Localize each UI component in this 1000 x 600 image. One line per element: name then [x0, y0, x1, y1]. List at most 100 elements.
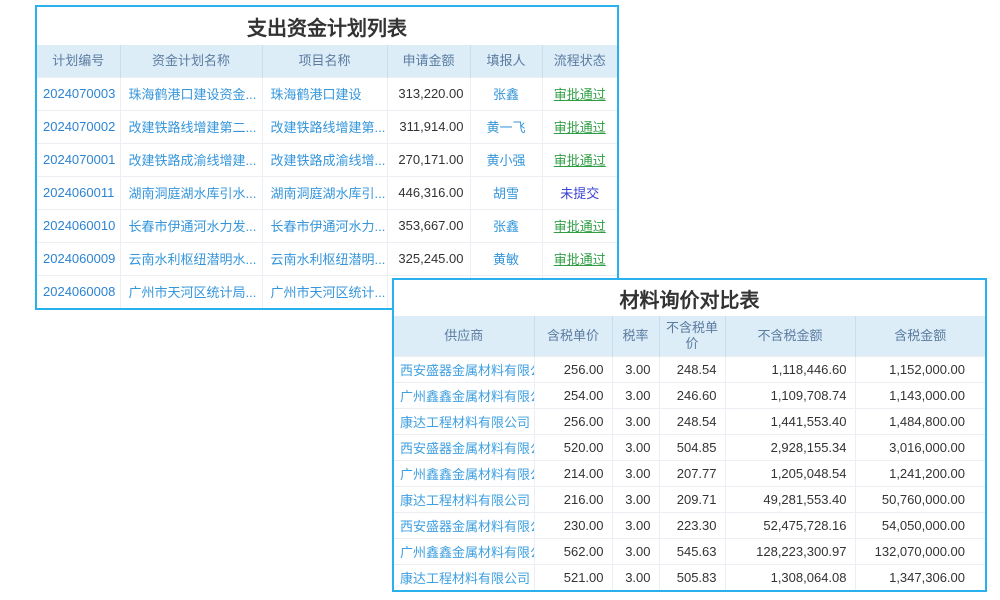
tax-unit-price-value: 256.00 — [534, 356, 612, 382]
plan-table-row: 2024060009云南水利枢纽潜明水...云南水利枢纽潜明...325,245… — [37, 242, 617, 275]
tax-unit-price-value: 230.00 — [534, 512, 612, 538]
apply-amount-value: 446,316.00 — [387, 176, 470, 209]
flow-status-link[interactable]: 审批通过 — [542, 77, 617, 110]
supplier-link[interactable]: 康达工程材料有限公司 — [394, 408, 534, 434]
project-name-link[interactable]: 广州市天河区统计... — [262, 275, 387, 308]
material-quote-table: 供应商 含税单价 税率 不含税单价 不含税金额 含税金额 西安盛器金属材料有限公… — [394, 316, 985, 590]
supplier-link[interactable]: 西安盛器金属材料有限公司 — [394, 434, 534, 460]
supplier-link[interactable]: 康达工程材料有限公司 — [394, 486, 534, 512]
reporter-link[interactable]: 张鑫 — [470, 77, 542, 110]
col-header-plan-no: 计划编号 — [37, 45, 120, 77]
reporter-link[interactable]: 黄敏 — [470, 242, 542, 275]
plan-no-link[interactable]: 2024070002 — [37, 110, 120, 143]
project-name-link[interactable]: 云南水利枢纽潜明... — [262, 242, 387, 275]
supplier-link[interactable]: 西安盛器金属材料有限公司 — [394, 512, 534, 538]
tax-amount-value: 1,241,200.00 — [855, 460, 985, 486]
net-unit-price-value: 207.77 — [659, 460, 725, 486]
col-header-supplier: 供应商 — [394, 316, 534, 356]
project-name-link[interactable]: 湖南洞庭湖水库引... — [262, 176, 387, 209]
net-unit-price-value: 248.54 — [659, 356, 725, 382]
supplier-link[interactable]: 广州鑫鑫金属材料有限公司 — [394, 460, 534, 486]
col-header-project-name: 项目名称 — [262, 45, 387, 77]
supplier-link[interactable]: 广州鑫鑫金属材料有限公司 — [394, 382, 534, 408]
fund-plan-name-link[interactable]: 改建铁路成渝线增建... — [120, 143, 262, 176]
project-name-link[interactable]: 改建铁路线增建第... — [262, 110, 387, 143]
col-header-apply-amount: 申请金额 — [387, 45, 470, 77]
net-unit-price-value: 246.60 — [659, 382, 725, 408]
plan-no-link[interactable]: 2024060008 — [37, 275, 120, 308]
project-name-link[interactable]: 珠海鹤港口建设 — [262, 77, 387, 110]
tax-unit-price-value: 521.00 — [534, 564, 612, 590]
tax-rate-value: 3.00 — [612, 382, 659, 408]
net-amount-value: 128,223,300.97 — [725, 538, 855, 564]
reporter-link[interactable]: 张鑫 — [470, 209, 542, 242]
fund-plan-name-link[interactable]: 云南水利枢纽潜明水... — [120, 242, 262, 275]
apply-amount-value: 270,171.00 — [387, 143, 470, 176]
quote-table-header-row: 供应商 含税单价 税率 不含税单价 不含税金额 含税金额 — [394, 316, 985, 356]
plan-no-link[interactable]: 2024070003 — [37, 77, 120, 110]
flow-status-link[interactable]: 审批通过 — [542, 143, 617, 176]
flow-status-link[interactable]: 审批通过 — [542, 242, 617, 275]
plan-table-header-row: 计划编号 资金计划名称 项目名称 申请金额 填报人 流程状态 — [37, 45, 617, 77]
plan-no-link[interactable]: 2024060011 — [37, 176, 120, 209]
tax-unit-price-value: 256.00 — [534, 408, 612, 434]
net-unit-price-value: 504.85 — [659, 434, 725, 460]
material-quote-panel: 材料询价对比表 供应商 含税单价 税率 不含税单价 不含税金额 含税金额 西安盛… — [392, 278, 987, 592]
plan-no-link[interactable]: 2024060009 — [37, 242, 120, 275]
tax-amount-value: 54,050,000.00 — [855, 512, 985, 538]
plan-list-panel: 支出资金计划列表 计划编号 资金计划名称 项目名称 申请金额 填报人 流程状态 … — [35, 5, 619, 310]
tax-unit-price-value: 520.00 — [534, 434, 612, 460]
tax-amount-value: 1,143,000.00 — [855, 382, 985, 408]
material-quote-title: 材料询价对比表 — [394, 280, 985, 316]
net-amount-value: 1,308,064.08 — [725, 564, 855, 590]
net-unit-price-value: 505.83 — [659, 564, 725, 590]
fund-plan-name-link[interactable]: 珠海鹤港口建设资金... — [120, 77, 262, 110]
net-unit-price-value: 545.63 — [659, 538, 725, 564]
col-header-tax-unit-price: 含税单价 — [534, 316, 612, 356]
supplier-link[interactable]: 康达工程材料有限公司 — [394, 564, 534, 590]
project-name-link[interactable]: 长春市伊通河水力... — [262, 209, 387, 242]
tax-amount-value: 1,347,306.00 — [855, 564, 985, 590]
tax-rate-value: 3.00 — [612, 408, 659, 434]
reporter-link[interactable]: 胡雪 — [470, 176, 542, 209]
apply-amount-value: 313,220.00 — [387, 77, 470, 110]
project-name-link[interactable]: 改建铁路成渝线增... — [262, 143, 387, 176]
tax-unit-price-value: 562.00 — [534, 538, 612, 564]
tax-amount-value: 3,016,000.00 — [855, 434, 985, 460]
fund-plan-name-link[interactable]: 湖南洞庭湖水库引水... — [120, 176, 262, 209]
quote-table-row: 西安盛器金属材料有限公司230.003.00223.3052,475,728.1… — [394, 512, 985, 538]
supplier-link[interactable]: 广州鑫鑫金属材料有限公司 — [394, 538, 534, 564]
quote-table-row: 康达工程材料有限公司256.003.00248.541,441,553.401,… — [394, 408, 985, 434]
net-amount-value: 49,281,553.40 — [725, 486, 855, 512]
col-header-net-amount: 不含税金额 — [725, 316, 855, 356]
tax-rate-value: 3.00 — [612, 356, 659, 382]
quote-table-row: 康达工程材料有限公司216.003.00209.7149,281,553.405… — [394, 486, 985, 512]
flow-status-link[interactable]: 审批通过 — [542, 110, 617, 143]
tax-rate-value: 3.00 — [612, 512, 659, 538]
tax-rate-value: 3.00 — [612, 434, 659, 460]
flow-status-link[interactable]: 未提交 — [542, 176, 617, 209]
net-amount-value: 1,109,708.74 — [725, 382, 855, 408]
reporter-link[interactable]: 黄小强 — [470, 143, 542, 176]
apply-amount-value: 325,245.00 — [387, 242, 470, 275]
supplier-link[interactable]: 西安盛器金属材料有限公司 — [394, 356, 534, 382]
plan-no-link[interactable]: 2024070001 — [37, 143, 120, 176]
reporter-link[interactable]: 黄一飞 — [470, 110, 542, 143]
plan-no-link[interactable]: 2024060010 — [37, 209, 120, 242]
col-header-flow-status: 流程状态 — [542, 45, 617, 77]
plan-table-row: 2024060010长春市伊通河水力发...长春市伊通河水力...353,667… — [37, 209, 617, 242]
apply-amount-value: 311,914.00 — [387, 110, 470, 143]
apply-amount-value: 353,667.00 — [387, 209, 470, 242]
quote-table-row: 广州鑫鑫金属材料有限公司214.003.00207.771,205,048.54… — [394, 460, 985, 486]
col-header-tax-amount: 含税金额 — [855, 316, 985, 356]
fund-plan-name-link[interactable]: 长春市伊通河水力发... — [120, 209, 262, 242]
fund-plan-name-link[interactable]: 改建铁路线增建第二... — [120, 110, 262, 143]
tax-rate-value: 3.00 — [612, 564, 659, 590]
plan-table-row: 2024070001改建铁路成渝线增建...改建铁路成渝线增...270,171… — [37, 143, 617, 176]
tax-unit-price-value: 216.00 — [534, 486, 612, 512]
quote-table-row: 康达工程材料有限公司521.003.00505.831,308,064.081,… — [394, 564, 985, 590]
fund-plan-name-link[interactable]: 广州市天河区统计局... — [120, 275, 262, 308]
tax-amount-value: 1,152,000.00 — [855, 356, 985, 382]
plan-table-row: 2024070003珠海鹤港口建设资金...珠海鹤港口建设313,220.00张… — [37, 77, 617, 110]
flow-status-link[interactable]: 审批通过 — [542, 209, 617, 242]
